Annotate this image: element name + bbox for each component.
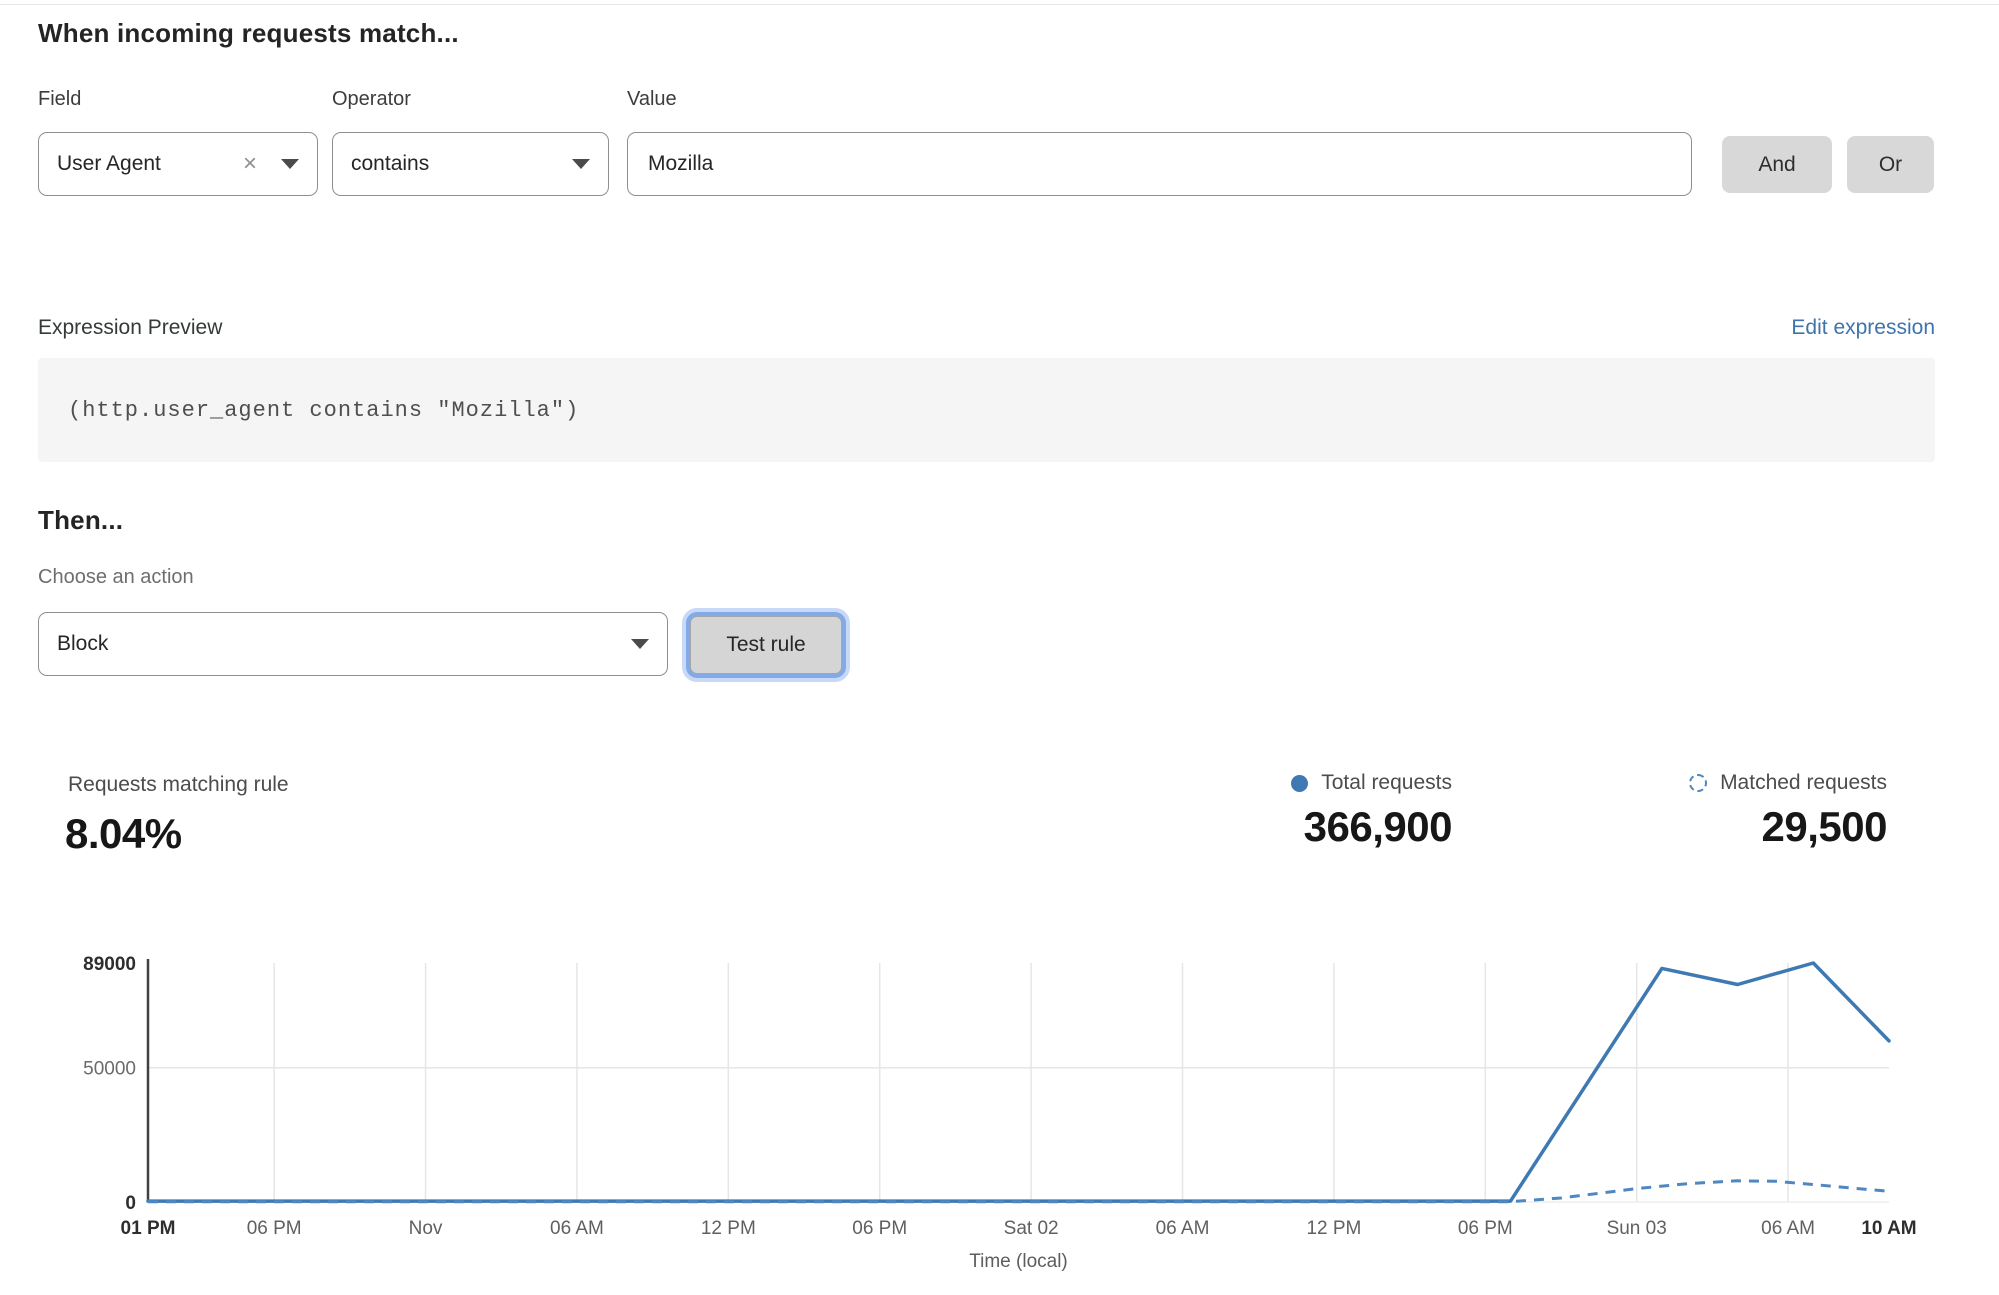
action-select[interactable]: Block [38, 612, 668, 676]
value-label: Value [627, 88, 677, 111]
total-requests-dot-icon [1291, 775, 1308, 792]
chevron-down-icon [572, 159, 590, 169]
firewall-rule-builder: When incoming requests match... Field Op… [0, 0, 1999, 1295]
test-rule-button[interactable]: Test rule [690, 616, 842, 674]
svg-text:06 AM: 06 AM [550, 1218, 604, 1239]
svg-text:06 PM: 06 PM [247, 1218, 302, 1239]
svg-text:Sun 03: Sun 03 [1607, 1218, 1667, 1239]
field-label: Field [38, 88, 81, 111]
svg-text:06 AM: 06 AM [1761, 1218, 1815, 1239]
requests-matching-value: 8.04% [65, 810, 182, 858]
match-heading: When incoming requests match... [38, 18, 459, 49]
matched-requests-dashed-circle-icon [1689, 774, 1707, 792]
svg-text:89000: 89000 [83, 954, 136, 975]
svg-text:10 AM: 10 AM [1861, 1218, 1916, 1239]
matched-requests-label: Matched requests [1720, 771, 1887, 795]
svg-text:0: 0 [125, 1193, 136, 1214]
legend-matched-requests: Matched requests 29,500 [1689, 771, 1887, 851]
svg-text:12 PM: 12 PM [701, 1218, 756, 1239]
action-selected-value: Block [57, 632, 108, 656]
legend-total-requests: Total requests 366,900 [1291, 771, 1452, 851]
operator-selected-value: contains [351, 152, 429, 176]
svg-text:01 PM: 01 PM [121, 1218, 176, 1239]
svg-text:Nov: Nov [409, 1218, 443, 1239]
value-input[interactable] [627, 132, 1692, 196]
choose-action-label: Choose an action [38, 566, 194, 589]
svg-text:Sat 02: Sat 02 [1004, 1218, 1059, 1239]
requests-matching-label: Requests matching rule [68, 773, 289, 797]
total-requests-label: Total requests [1321, 771, 1452, 795]
expression-code: (http.user_agent contains "Mozilla") [38, 398, 579, 423]
operator-select[interactable]: contains [332, 132, 609, 196]
operator-label: Operator [332, 88, 411, 111]
svg-text:06 AM: 06 AM [1156, 1218, 1210, 1239]
or-button[interactable]: Or [1847, 136, 1934, 193]
field-selected-value: User Agent [57, 152, 161, 176]
edit-expression-link[interactable]: Edit expression [1791, 316, 1935, 340]
requests-chart: 0 50000 89000 01 PM 06 PM Nov 06 AM 12 PM 06 PM S… [0, 930, 1999, 1295]
top-divider [0, 4, 1999, 5]
then-heading: Then... [38, 505, 123, 536]
chevron-down-icon [281, 159, 299, 169]
svg-text:06 PM: 06 PM [1458, 1218, 1513, 1239]
expression-preview-label: Expression Preview [38, 316, 222, 340]
svg-text:50000: 50000 [83, 1059, 136, 1080]
svg-text:Time (local): Time (local) [969, 1251, 1068, 1272]
total-requests-value: 366,900 [1304, 803, 1452, 851]
expression-code-box: (http.user_agent contains "Mozilla") [38, 358, 1935, 462]
clear-field-icon[interactable]: × [243, 152, 257, 176]
field-select[interactable]: User Agent × [38, 132, 318, 196]
chevron-down-icon [631, 639, 649, 649]
svg-text:06 PM: 06 PM [852, 1218, 907, 1239]
matched-requests-value: 29,500 [1762, 803, 1887, 851]
and-button[interactable]: And [1722, 136, 1832, 193]
svg-text:12 PM: 12 PM [1306, 1218, 1361, 1239]
